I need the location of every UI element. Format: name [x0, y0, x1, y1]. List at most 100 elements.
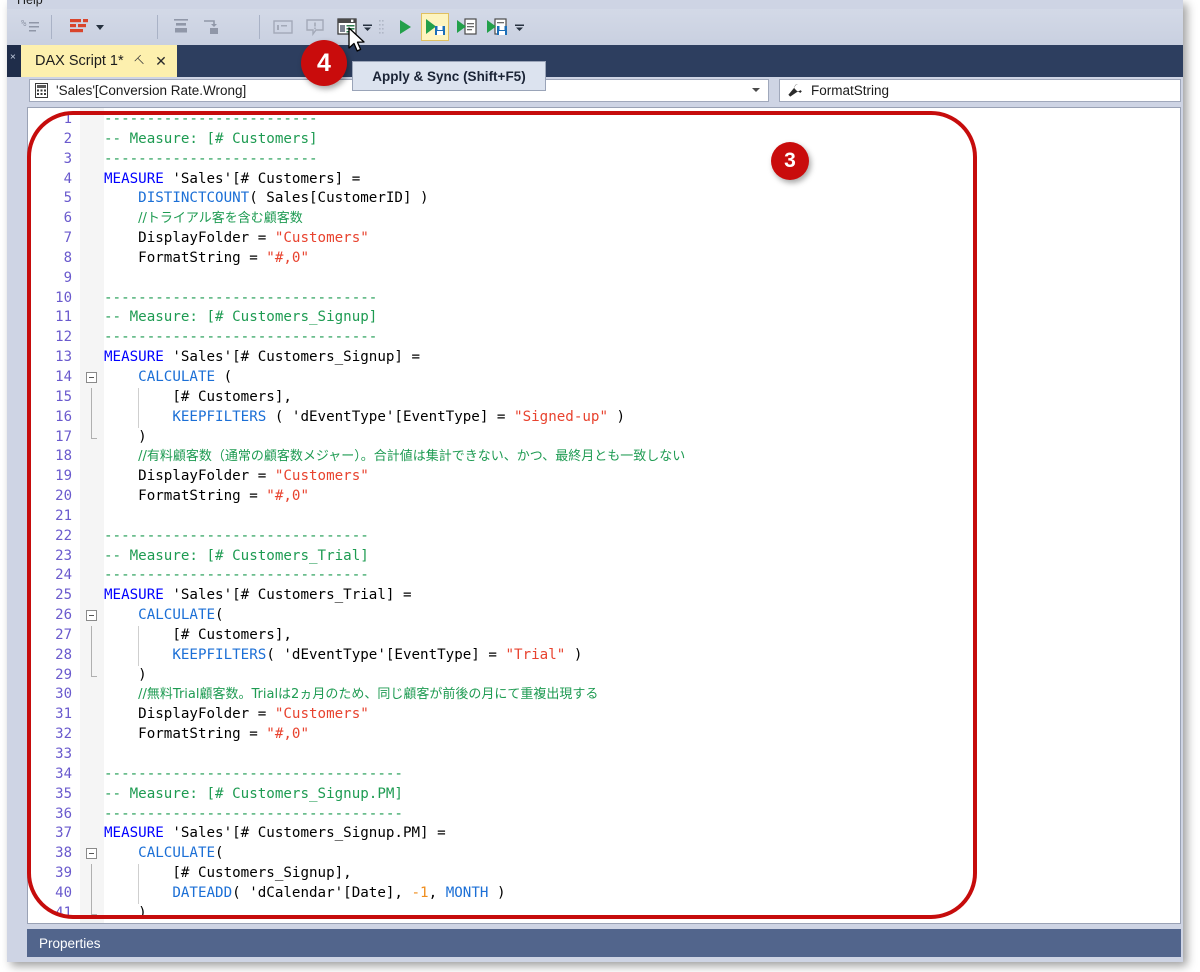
apply-script-button[interactable]	[483, 13, 511, 41]
code-line[interactable]: CALCULATE (	[104, 368, 1180, 388]
line-number: 9	[28, 269, 80, 289]
code-line[interactable]: DisplayFolder = "Customers"	[104, 705, 1180, 725]
line-number: 24	[28, 566, 80, 586]
format-dax-button[interactable]	[65, 13, 93, 41]
code-line[interactable]	[104, 269, 1180, 289]
code-folding-column[interactable]	[80, 108, 104, 923]
code-line[interactable]: --------------------------------	[104, 328, 1180, 348]
run-query-button[interactable]	[391, 13, 419, 41]
apply-and-sync-button[interactable]	[421, 13, 449, 41]
code-line[interactable]: -- Measure: [# Customers_Signup.PM]	[104, 785, 1180, 805]
code-token: -1	[411, 884, 429, 901]
code-line[interactable]: //有料顧客数（通常の顧客数メジャー）。合計値は集計できない、かつ、最終月とも一…	[104, 447, 1180, 467]
code-line[interactable]: )	[104, 666, 1180, 686]
code-line[interactable]: DISTINCTCOUNT( Sales[CustomerID] )	[104, 189, 1180, 209]
dax-code-editor[interactable]: 1 2 3 4 5 6 7 8 9 10 11 12 13 14 15 16 17 18 19 20 21 22 23 24 2…	[27, 107, 1181, 924]
code-line[interactable]: MEASURE 'Sales'[# Customers_Signup.PM] =	[104, 824, 1180, 844]
code-line[interactable]: MEASURE 'Sales'[# Customers_Trial] =	[104, 586, 1180, 606]
menu-item-help[interactable]: Help	[17, 0, 43, 7]
left-dock-rail[interactable]: ×	[7, 45, 21, 77]
code-token: ( 'dCalendar'[Date],	[232, 884, 412, 901]
apply-dropdown-button[interactable]	[511, 13, 527, 41]
code-token: -- Measure: [# Customers_Signup.PM]	[104, 785, 403, 802]
line-number: 5	[28, 189, 80, 209]
code-line[interactable]: [# Customers],	[104, 388, 1180, 408]
show-results-button[interactable]	[333, 13, 361, 41]
format-dax-dropdown-button[interactable]	[91, 13, 109, 41]
fold-end-marker	[91, 675, 97, 677]
fold-collapse-button[interactable]	[86, 372, 97, 384]
code-token: FormatString =	[104, 488, 267, 505]
code-line[interactable]: [# Customers_Signup],	[104, 864, 1180, 884]
code-line[interactable]: -- Measure: [# Customers_Trial]	[104, 547, 1180, 567]
pin-icon[interactable]: ⊢	[131, 52, 148, 69]
line-number: 32	[28, 725, 80, 745]
code-token: FormatString =	[104, 249, 267, 266]
code-token: DisplayFolder =	[104, 468, 275, 485]
code-token: "#,0"	[266, 726, 310, 743]
merge-lines-button[interactable]	[167, 13, 195, 41]
line-number: 36	[28, 805, 80, 825]
document-tab-strip: × DAX Script 1* ⊢ ✕	[7, 45, 1183, 77]
code-line[interactable]: DATEADD( 'dCalendar'[Date], -1, MONTH )	[104, 884, 1180, 904]
code-line[interactable]: -------------------------	[104, 110, 1180, 130]
chevron-down-icon[interactable]	[752, 88, 760, 92]
measure-calculator-icon	[35, 83, 48, 98]
code-line[interactable]: )	[104, 904, 1180, 923]
results-grid-icon	[337, 18, 357, 35]
code-token: )	[104, 428, 147, 445]
code-line[interactable]: [# Customers],	[104, 626, 1180, 646]
code-line[interactable]: -- Measure: [# Customers_Signup]	[104, 308, 1180, 328]
line-number: 14	[28, 368, 80, 388]
line-number-label: 3	[63, 150, 72, 167]
tab-dax-script-1[interactable]: DAX Script 1* ⊢ ✕	[21, 45, 177, 77]
line-number: 18	[28, 447, 80, 467]
code-line[interactable]: --------------------------------	[104, 289, 1180, 309]
code-line[interactable]: CALCULATE(	[104, 606, 1180, 626]
code-line[interactable]: KEEPFILTERS ( 'dEventType'[EventType] = …	[104, 408, 1180, 428]
code-text-area[interactable]: ------------------------- -- Measure: [# …	[104, 108, 1180, 923]
line-number-label: 24	[55, 567, 72, 584]
code-line[interactable]: //無料Trial顧客数。Trialは2ヵ月のため、同じ顧客が前後の月にて重複出…	[104, 685, 1180, 705]
line-number-label: 13	[55, 349, 72, 366]
code-line[interactable]: CALCULATE(	[104, 844, 1180, 864]
show-results-dropdown-button[interactable]	[359, 13, 375, 41]
code-line[interactable]: DisplayFolder = "Customers"	[104, 229, 1180, 249]
code-line[interactable]	[104, 507, 1180, 527]
code-line[interactable]: FormatString = "#,0"	[104, 249, 1180, 269]
code-line[interactable]: -------------------------------	[104, 566, 1180, 586]
line-number-label: 17	[55, 428, 72, 445]
comment-lines-icon: %	[21, 19, 39, 32]
output-window-button-alt[interactable]	[203, 13, 231, 41]
tooltip-text: Apply & Sync (Shift+F5)	[372, 68, 526, 84]
code-line[interactable]: FormatString = "#,0"	[104, 487, 1180, 507]
fold-guide-line	[91, 407, 92, 428]
line-number-label: 34	[55, 765, 72, 782]
code-line[interactable]: )	[104, 428, 1180, 448]
code-line[interactable]: -----------------------------------	[104, 765, 1180, 785]
code-line[interactable]: -------------------------	[104, 150, 1180, 170]
code-line[interactable]: //トライアル客を含む顧客数	[104, 209, 1180, 229]
preview-changes-button[interactable]	[453, 13, 481, 41]
toolbar-gripper[interactable]	[375, 13, 389, 41]
toggle-comment-button[interactable]: %	[17, 13, 45, 41]
code-token: CALCULATE	[138, 845, 216, 862]
code-line[interactable]: FormatString = "#,0"	[104, 725, 1180, 745]
messages-window-button[interactable]	[301, 13, 329, 41]
property-selector-combo[interactable]: FormatString	[779, 79, 1181, 102]
code-line[interactable]: MEASURE 'Sales'[# Customers_Signup] =	[104, 348, 1180, 368]
fold-collapse-button[interactable]	[86, 610, 97, 622]
code-line[interactable]: -------------------------------	[104, 527, 1180, 547]
code-line[interactable]: MEASURE 'Sales'[# Customers] =	[104, 170, 1180, 190]
code-line[interactable]	[104, 745, 1180, 765]
line-number-label: 41	[55, 904, 72, 921]
properties-status-bar[interactable]: Properties	[27, 929, 1181, 957]
line-number: 15	[28, 388, 80, 408]
code-line[interactable]: DisplayFolder = "Customers"	[104, 467, 1180, 487]
code-line[interactable]: -- Measure: [# Customers]	[104, 130, 1180, 150]
fold-collapse-button[interactable]	[86, 848, 97, 860]
output-window-button[interactable]	[269, 13, 297, 41]
code-line[interactable]: -----------------------------------	[104, 805, 1180, 825]
close-icon[interactable]: ✕	[155, 54, 167, 68]
code-line[interactable]: KEEPFILTERS( 'dEventType'[EventType] = "…	[104, 646, 1180, 666]
